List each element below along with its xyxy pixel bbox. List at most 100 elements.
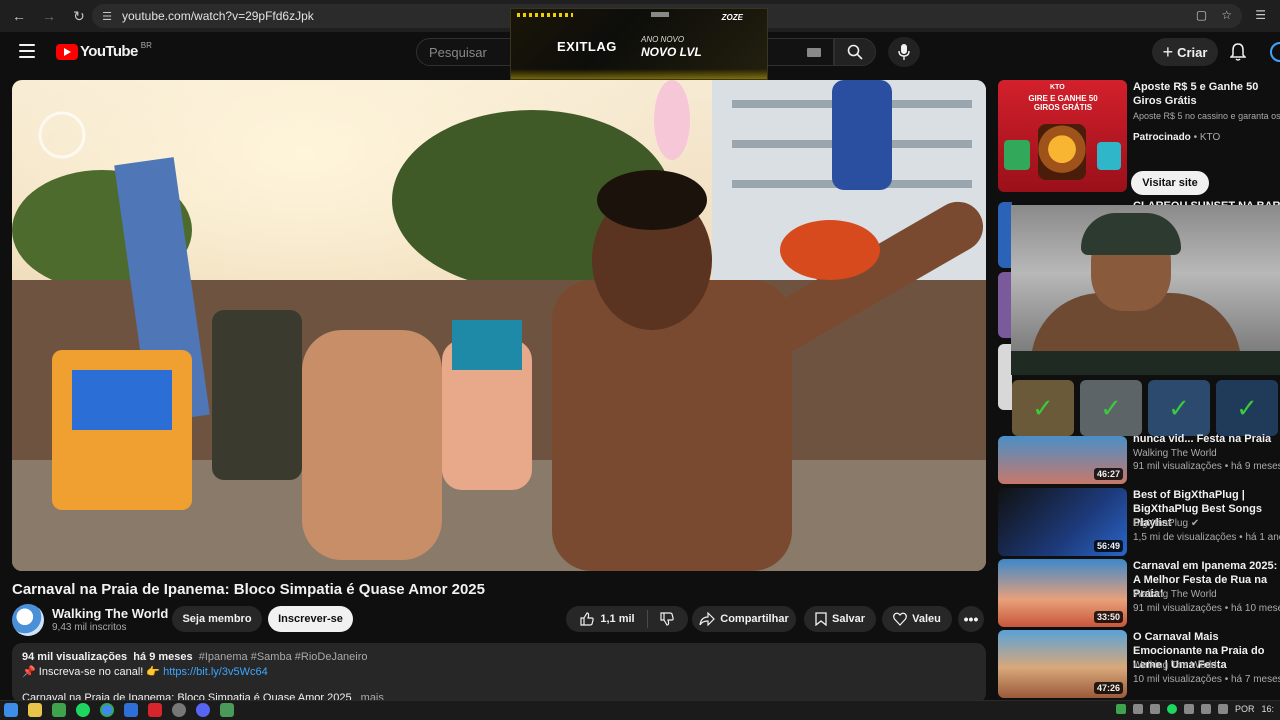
network-icon[interactable] <box>1217 704 1228 714</box>
ad-thumbnail[interactable]: KTO GIRE E GANHE 50 GIROS GRÁTIS <box>998 80 1127 192</box>
search-button[interactable] <box>834 38 876 66</box>
start-icon[interactable] <box>4 703 18 717</box>
menu-icon[interactable] <box>19 44 35 58</box>
language-indicator[interactable]: POR <box>1235 704 1255 714</box>
tray-spotify-icon[interactable] <box>1166 704 1177 714</box>
more-actions-button[interactable]: ••• <box>958 606 984 632</box>
rec-meta: 91 mil visualizações • há 9 meses <box>1133 461 1280 472</box>
system-tray: POR 16: <box>1115 704 1274 714</box>
obs-icon[interactable] <box>220 703 234 717</box>
save-button[interactable]: Salvar <box>804 606 876 632</box>
channel-name[interactable]: Walking The World <box>52 606 168 621</box>
chrome-icon[interactable] <box>100 703 114 717</box>
banner-glow <box>511 69 767 79</box>
game-launcher-icon[interactable] <box>52 703 66 717</box>
tray-icon[interactable] <box>1149 704 1160 714</box>
rec-channel[interactable]: Walking The World <box>1133 589 1217 600</box>
rec-channel[interactable]: Walking The World <box>1133 660 1217 671</box>
banner-tagline-small: ANO NOVO <box>641 35 685 44</box>
site-info-icon[interactable]: ☰ <box>100 9 114 23</box>
video-player[interactable] <box>12 80 986 571</box>
thanks-button[interactable]: Valeu <box>882 606 952 632</box>
sponsored-card[interactable]: KTO GIRE E GANHE 50 GIROS GRÁTIS Aposte … <box>998 80 1280 195</box>
cast-icon[interactable]: ▢ <box>1196 8 1207 22</box>
spotify-icon[interactable] <box>76 703 90 717</box>
tray-icon[interactable] <box>1183 704 1194 714</box>
share-label: Compartilhar <box>720 613 789 625</box>
video-frame-illustration <box>12 80 986 571</box>
youtube-logo[interactable]: YouTube BR <box>56 41 152 60</box>
ad-title[interactable]: Aposte R$ 5 e Ganhe 50 Giros Grátis <box>1133 80 1280 108</box>
bell-icon <box>1229 43 1247 61</box>
settings-icon[interactable] <box>172 703 186 717</box>
visit-site-button[interactable]: Visitar site <box>1131 171 1209 195</box>
voice-search-button[interactable] <box>888 37 920 67</box>
hidden-thumbnail-3[interactable] <box>998 344 1012 410</box>
url-text: youtube.com/watch?v=29pFfd6zJpk <box>122 9 314 23</box>
rec-duration: 56:49 <box>1093 540 1123 552</box>
channel-avatar[interactable] <box>12 604 44 636</box>
banner-brand: EXITLAG <box>557 39 617 54</box>
create-button[interactable]: + Criar <box>1152 38 1218 66</box>
file-explorer-icon[interactable] <box>28 703 42 717</box>
share-button[interactable]: Compartilhar <box>692 606 796 632</box>
plus-icon: + <box>1162 41 1174 62</box>
hashtags[interactable]: #Ipanema #Samba #RioDeJaneiro <box>199 651 368 663</box>
rec-thumbnail[interactable]: 46:27 <box>998 436 1127 484</box>
tray-icon[interactable] <box>1132 704 1143 714</box>
bookmark-star-icon[interactable]: ☆ <box>1221 8 1232 22</box>
dislike-button[interactable] <box>648 612 674 626</box>
discord-icon[interactable] <box>196 703 210 717</box>
back-icon[interactable]: ← <box>8 5 30 27</box>
webcam-person-cap <box>1081 213 1181 255</box>
clock[interactable]: 16: <box>1261 704 1274 714</box>
ad-description: Aposte R$ 5 no cassino e garanta os seus… <box>1133 111 1280 121</box>
tray-icon[interactable] <box>1115 704 1126 714</box>
browser-menu-icon[interactable]: ☰ <box>1255 8 1266 22</box>
description-box[interactable]: 94 mil visualizações há 9 meses #Ipanema… <box>12 643 986 704</box>
subscribe-button[interactable]: Inscrever-se <box>268 606 353 632</box>
subscribe-callout: Inscreva-se no canal! <box>38 666 144 678</box>
recommendation-item[interactable]: 33:50 Carnaval em Ipanema 2025: A Melhor… <box>998 559 1280 627</box>
hidden-thumbnail-2[interactable] <box>998 272 1012 338</box>
rec-thumbnail[interactable]: 56:49 <box>998 488 1127 556</box>
bookmark-icon <box>815 612 827 626</box>
subscriber-count: 9,43 mil inscritos <box>52 622 127 633</box>
rec-channel[interactable]: Walking The World <box>1133 448 1217 459</box>
rec-thumbnail[interactable]: 47:26 <box>998 630 1127 698</box>
steam-icon[interactable] <box>124 703 138 717</box>
logo-wordmark: YouTube <box>80 43 138 60</box>
rec-duration: 47:26 <box>1093 682 1123 694</box>
rec-duration: 33:50 <box>1093 611 1123 623</box>
recommendation-item[interactable]: 47:26 O Carnaval Mais Emocionante na Pra… <box>998 630 1280 698</box>
rec-thumbnail[interactable]: 33:50 <box>998 559 1127 627</box>
region-code: BR <box>140 41 152 50</box>
reload-icon[interactable]: ↻ <box>68 5 90 27</box>
rec-title[interactable]: nunca vid... Festa na Praia <box>1133 432 1280 446</box>
like-count: 1,1 mil <box>600 613 635 625</box>
keyboard-icon[interactable] <box>807 48 821 57</box>
notifications-button[interactable] <box>1229 43 1247 66</box>
ad-thumb-graphic-center <box>1038 124 1086 180</box>
banner-tagline-big: NOVO LVL <box>641 45 702 59</box>
banner-stripe-small <box>651 12 669 17</box>
like-button[interactable]: 1,1 mil <box>580 610 648 628</box>
hidden-thumbnail-1[interactable] <box>998 202 1012 268</box>
volume-icon[interactable] <box>1200 704 1211 714</box>
join-button[interactable]: Seja membro <box>172 606 262 632</box>
overlay-ad-banner[interactable]: EXITLAG ANO NOVO NOVO LVL ZOZE <box>510 8 768 80</box>
forward-icon[interactable]: → <box>38 5 60 27</box>
create-label: Criar <box>1177 44 1208 60</box>
taskbar-apps <box>4 703 234 717</box>
pointing-hand-icon: 👉 <box>146 666 161 678</box>
recommendation-item[interactable]: 46:27 nunca vid... Festa na Praia Walkin… <box>998 433 1280 486</box>
account-avatar[interactable] <box>1270 42 1280 62</box>
view-count: 94 mil visualizações <box>22 651 128 663</box>
ad-thumb-brand: KTO <box>1050 84 1065 91</box>
channel-link[interactable]: https://bit.ly/3v5Wc64 <box>163 666 268 678</box>
rec-channel[interactable]: BigXthaPlug ✔ <box>1133 518 1199 529</box>
recommendation-item[interactable]: 56:49 Best of BigXthaPlug | BigXthaPlug … <box>998 488 1280 556</box>
ad-sponsor-line: Patrocinado • KTO <box>1133 132 1221 143</box>
upload-age: há 9 meses <box>133 651 193 663</box>
media-app-icon[interactable] <box>148 703 162 717</box>
